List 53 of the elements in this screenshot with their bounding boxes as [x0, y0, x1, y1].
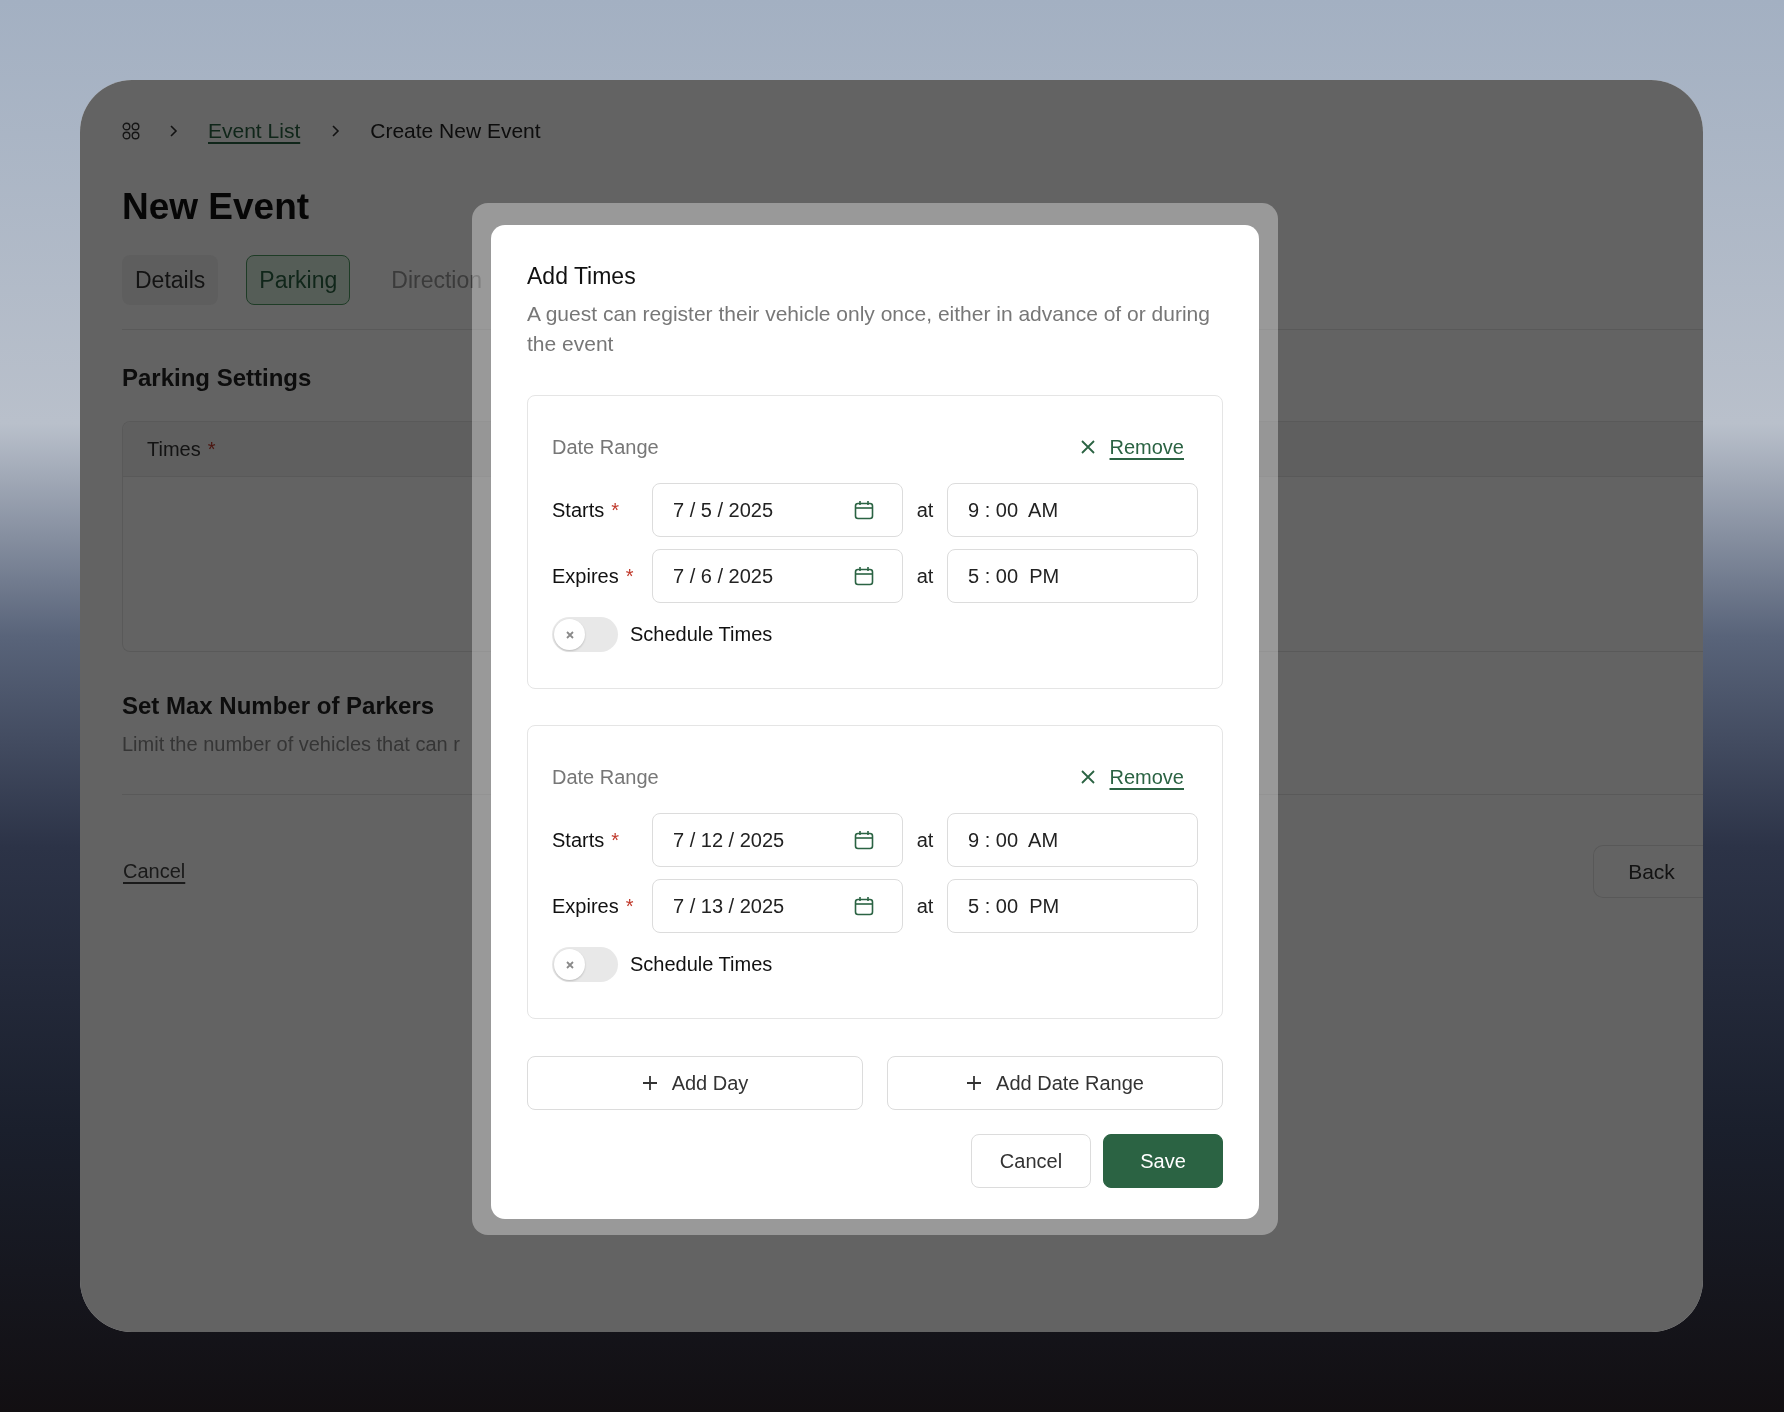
plus-icon [641, 1075, 658, 1091]
date-field[interactable]: 7 / 12 / 2025 [652, 813, 903, 867]
calendar-icon [854, 896, 874, 916]
time-field[interactable]: 9 : 00 AM [947, 483, 1198, 537]
field-label: Expires [552, 564, 619, 588]
toggle-switch[interactable] [552, 947, 618, 982]
field-label: Expires [552, 894, 619, 918]
time-field[interactable]: 9 : 00 AM [947, 813, 1198, 867]
toggle-label: Schedule Times [630, 953, 773, 976]
calendar-icon [854, 566, 874, 586]
calendar-icon [854, 500, 874, 520]
required-mark: * [611, 828, 620, 852]
chevron-right-icon [330, 124, 341, 138]
close-icon [1079, 439, 1096, 455]
remove-link[interactable]: Remove [1079, 435, 1184, 459]
required-mark: * [625, 894, 634, 918]
time-field[interactable]: 5 : 00 PM [947, 879, 1198, 933]
at-label: at [915, 498, 935, 522]
add-button[interactable]: Add Day [527, 1056, 863, 1110]
date-field[interactable]: 7 / 6 / 2025 [652, 549, 903, 603]
at-label: at [915, 894, 935, 918]
card-label: Date Range [552, 765, 659, 789]
section-title: Parking Settings [122, 363, 313, 393]
plus-icon [966, 1075, 983, 1091]
section-title: Set Max Number of Parkers [122, 691, 436, 721]
cancel-button[interactable]: Cancel [971, 1134, 1091, 1188]
date-field[interactable]: 7 / 13 / 2025 [652, 879, 903, 933]
page-title: New Event [122, 185, 311, 229]
column-header: Times [147, 437, 201, 461]
remove-link[interactable]: Remove [1079, 765, 1184, 789]
toggle-switch[interactable] [552, 617, 618, 652]
home-grid-icon [122, 122, 140, 140]
field-label: Starts [552, 498, 605, 522]
x-icon [564, 629, 575, 640]
field-label: Starts [552, 828, 605, 852]
required-mark: * [207, 437, 216, 461]
time-field[interactable]: 5 : 00 PM [947, 549, 1198, 603]
calendar-icon [854, 830, 874, 850]
dialog-title: Add Times [527, 262, 637, 291]
required-mark: * [611, 498, 620, 522]
close-icon [1079, 769, 1096, 785]
toggle-label: Schedule Times [630, 623, 773, 646]
dialog-description: A guest can register their vehicle only once, either in advance of or during the event [527, 301, 1211, 357]
chevron-right-icon [168, 124, 178, 138]
date-field[interactable]: 7 / 5 / 2025 [652, 483, 903, 537]
x-icon [564, 959, 575, 970]
required-mark: * [625, 564, 634, 588]
card-label: Date Range [552, 435, 659, 459]
breadcrumb-current: Create New Event [370, 119, 541, 143]
add-button[interactable]: Add Date Range [887, 1056, 1223, 1110]
at-label: at [915, 828, 935, 852]
at-label: at [915, 564, 935, 588]
save-button[interactable]: Save [1103, 1134, 1223, 1188]
